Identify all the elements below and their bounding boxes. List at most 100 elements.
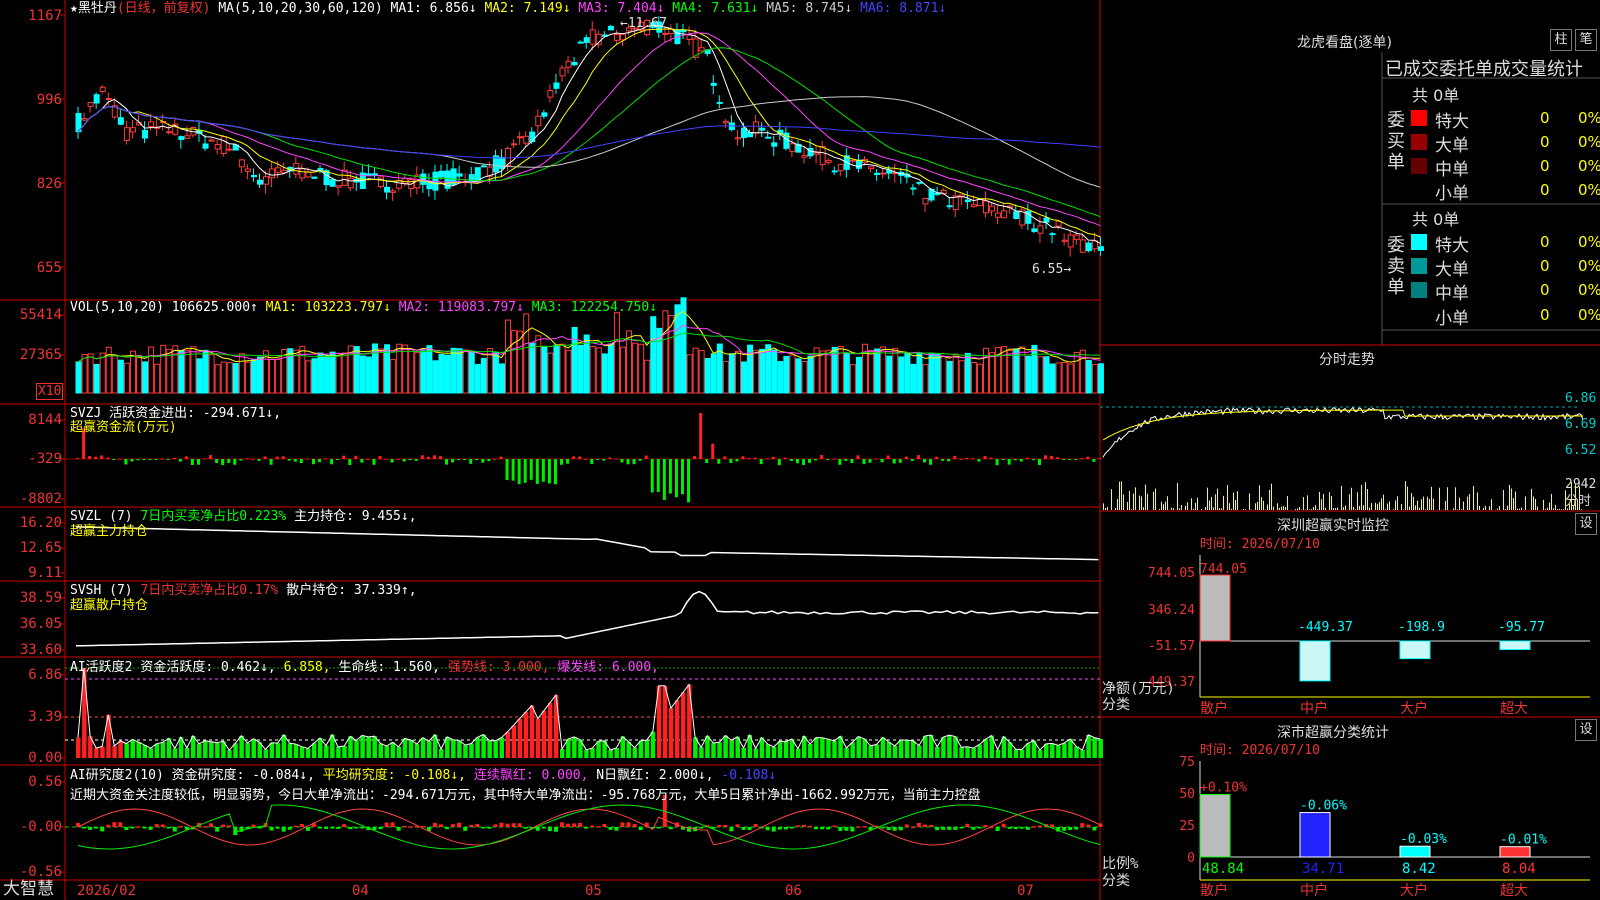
volume-bar — [535, 335, 542, 394]
fenshi-vol-bar — [1207, 487, 1208, 510]
candle-body — [148, 121, 155, 128]
fenshi-vol-bar — [1367, 489, 1368, 510]
xaxis-label-3: 05 — [585, 883, 602, 899]
volume-bar — [93, 363, 100, 394]
fl-settings-button[interactable]: 设 — [1575, 719, 1597, 741]
fenshi-vol-bar — [1355, 509, 1356, 510]
fenshi-vol-bar — [1283, 506, 1284, 510]
fenshi-vol-bar — [1205, 507, 1206, 510]
volume-bar — [329, 351, 336, 394]
svzj-bar — [372, 459, 376, 465]
ai2-bar — [293, 825, 298, 828]
ai1-bar — [420, 737, 426, 758]
fenshi-vol-bar — [1297, 508, 1298, 510]
svzj-bar — [814, 459, 818, 461]
svzj-bar — [826, 459, 830, 460]
ai2-bar — [578, 822, 583, 827]
ai2-bar — [850, 827, 855, 832]
candle-body — [565, 60, 572, 68]
fenshi-vol-bar — [1447, 487, 1448, 510]
sz-settings-button[interactable]: 设 — [1575, 513, 1597, 535]
ai2-bar — [602, 823, 607, 827]
ai1-bar — [765, 744, 771, 758]
ai1-bar — [681, 692, 686, 758]
svzj-bar — [850, 459, 854, 463]
volume-bar — [952, 353, 959, 394]
chart-canvas[interactable]: 744.05 散户 -449.37 中户 -198.9 大户 -95.77 超大 +0.10% 4… — [0, 0, 1600, 900]
svzj-bar — [311, 459, 315, 465]
svzj-bar — [553, 459, 557, 485]
svzj-bar — [880, 459, 884, 463]
sell-xl-label: 特大 — [1435, 236, 1469, 256]
fl-stats-title: 深市超赢分类统计 — [1277, 725, 1389, 741]
ai1-bar — [172, 748, 178, 758]
ai2-bar — [626, 822, 631, 827]
ai2-bar — [402, 825, 407, 828]
ai2-bar — [584, 827, 589, 829]
ai2-avg: 平均研究度: -0.108↓, — [322, 768, 467, 783]
fenshi-vol-bar — [1345, 505, 1346, 510]
svzj-bar — [941, 459, 945, 461]
svzj-bar — [765, 458, 769, 460]
fenshi-vol-bar — [1479, 505, 1480, 510]
svzj-bar — [1080, 458, 1084, 460]
volume-bar — [747, 344, 754, 394]
volume-bar — [505, 319, 512, 394]
tick-mode-button[interactable]: 笔 — [1575, 29, 1597, 51]
fenshi-vol-bar — [1111, 489, 1112, 510]
tab-volume-stats[interactable]: 成交量统计 — [1493, 59, 1583, 80]
candle-body — [384, 186, 391, 193]
svzj-bar — [1050, 455, 1054, 459]
candle-body — [807, 147, 814, 157]
buy-xl-label: 特大 — [1435, 112, 1469, 132]
fenshi-vol-bar — [1163, 504, 1164, 510]
stock-name[interactable]: ★黑牡丹 — [70, 1, 117, 16]
fenshi-vol-bar — [1261, 497, 1262, 510]
bar-mode-button[interactable]: 柱 — [1550, 29, 1572, 51]
volume-bar — [777, 361, 784, 394]
candle-body — [341, 169, 348, 186]
fenshi-title[interactable]: 分时走势 — [1319, 349, 1375, 369]
candle-body — [613, 34, 620, 41]
svzj-bar — [777, 459, 781, 466]
candle-body — [983, 200, 989, 214]
ai1-bar — [904, 740, 910, 758]
svzj-bar — [1074, 459, 1078, 460]
ai1-bar — [699, 747, 704, 758]
svzj-bar — [529, 459, 533, 480]
ai1-bar — [959, 747, 964, 758]
svzj-bar — [439, 456, 442, 459]
volume-bar — [317, 352, 324, 394]
ai2-bar — [1086, 824, 1091, 827]
ai1-bar — [777, 741, 783, 758]
sell-s-count: 0 — [1540, 306, 1550, 324]
fenshi-vol-bar — [1329, 492, 1330, 510]
svzj-bar — [457, 459, 461, 460]
svsh-label: SVSH (7) — [70, 583, 133, 598]
svzj-bar — [390, 459, 394, 463]
ma3-value: MA3: 7.404↓ — [578, 1, 665, 16]
fenshi-vol-bar — [1179, 508, 1180, 510]
ai1-bar — [130, 739, 135, 758]
ai2-bar — [777, 827, 782, 830]
ai1-bar — [832, 740, 837, 758]
ai1-bar — [596, 741, 601, 758]
fenshi-vol-bar — [1433, 498, 1434, 510]
ai2-bar — [378, 827, 383, 830]
fenshi-vol-bar — [1389, 501, 1390, 510]
svzj-bar — [674, 459, 678, 498]
ai1-bar — [880, 737, 886, 758]
ai2-bar — [1068, 827, 1073, 831]
svsh-sub: 超赢散户持仓 — [70, 598, 149, 613]
buy-m-count: 0 — [1540, 157, 1550, 175]
tab-traded[interactable]: 已成交 — [1385, 59, 1439, 80]
stock-terminal: 744.05 散户 -449.37 中户 -198.9 大户 -95.77 超大 +0.10% 4… — [0, 0, 1600, 900]
svzj-bar — [614, 458, 618, 460]
ai1-bar — [547, 702, 553, 758]
svzj-bar — [771, 456, 775, 459]
tab-orders[interactable]: 委托单 — [1439, 59, 1493, 80]
fenshi-vol-bar — [1287, 496, 1288, 510]
ai2-bar — [299, 823, 304, 827]
svzj-bar — [596, 459, 600, 461]
volume-bar — [87, 353, 94, 394]
